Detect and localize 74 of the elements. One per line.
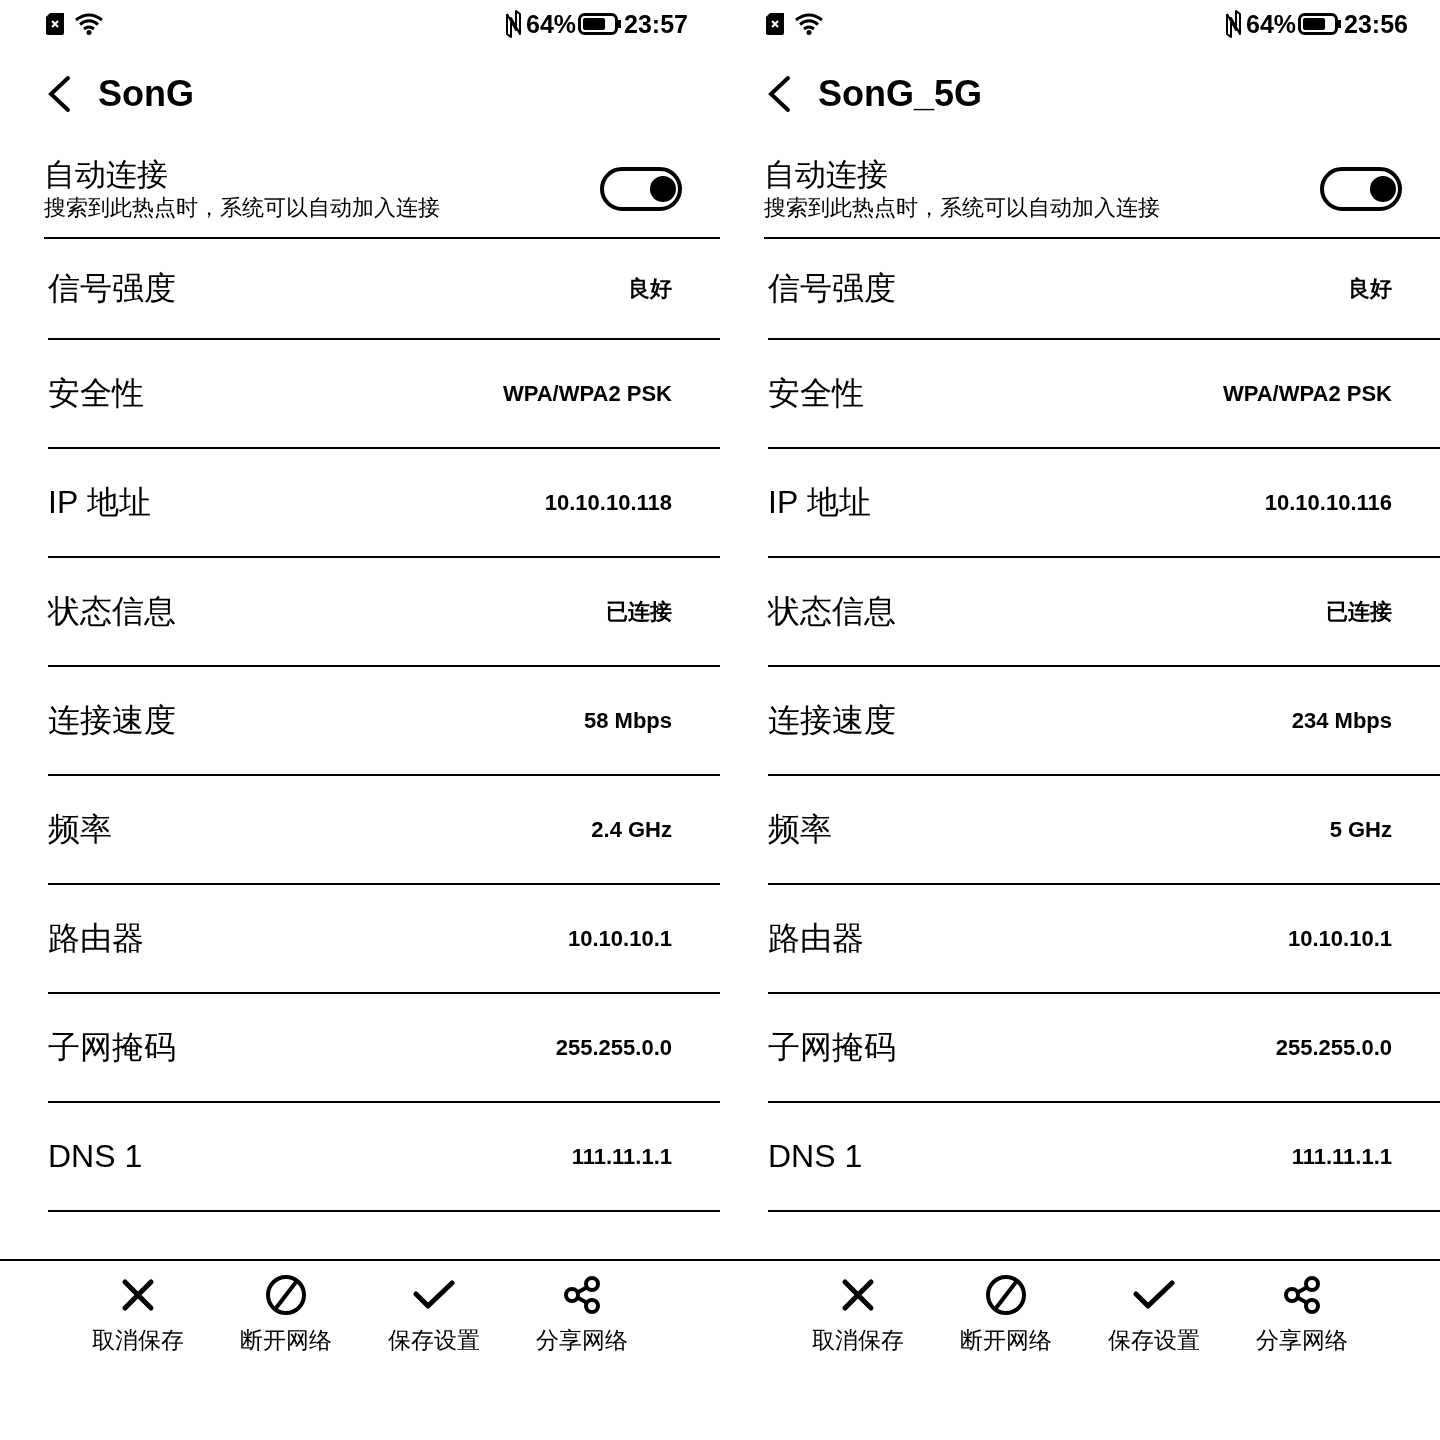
- setting-description: 搜索到此热点时，系统可以自动加入连接: [764, 193, 1161, 222]
- action-button[interactable]: 分享网络: [1228, 1273, 1376, 1356]
- action-button[interactable]: 取消保存: [64, 1273, 212, 1356]
- detail-label: 连接速度: [768, 700, 896, 740]
- detail-value: WPA/WPA2 PSK: [1222, 380, 1392, 407]
- detail-value: 10.10.10.118: [544, 489, 672, 516]
- detail-value: 255.255.0.0: [555, 1034, 672, 1061]
- nfc-icon: [1224, 10, 1244, 38]
- detail-label: 频率: [768, 809, 832, 849]
- action-button[interactable]: 断开网络: [932, 1273, 1080, 1356]
- detail-value: 10.10.10.1: [568, 925, 672, 952]
- blocked-circle-icon: [265, 1274, 307, 1316]
- battery-icon: [1298, 13, 1343, 35]
- clock-time: 23:57: [624, 9, 688, 39]
- detail-label: 连接速度: [48, 700, 176, 740]
- toggle-switch[interactable]: [600, 166, 682, 211]
- action-button[interactable]: 分享网络: [508, 1273, 656, 1356]
- detail-value: 2.4 GHz: [591, 816, 672, 843]
- detail-value: 58 Mbps: [583, 707, 672, 734]
- action-button[interactable]: 保存设置: [360, 1273, 508, 1356]
- detail-label: 状态信息: [768, 591, 896, 631]
- detail-label: IP 地址: [48, 482, 151, 522]
- detail-value: 良好: [628, 274, 672, 303]
- detail-label: 信号强度: [48, 268, 176, 308]
- action-button[interactable]: 保存设置: [1080, 1273, 1228, 1356]
- toggle-switch[interactable]: [1320, 166, 1402, 211]
- detail-value: 5 GHz: [1329, 816, 1392, 843]
- detail-label: 状态信息: [48, 591, 176, 631]
- detail-label: DNS 1: [768, 1138, 863, 1175]
- detail-label: IP 地址: [768, 482, 871, 522]
- detail-value: 已连接: [606, 597, 672, 626]
- battery-icon: [578, 13, 623, 35]
- battery-percent: 64%: [1246, 9, 1297, 39]
- detail-label: 信号强度: [768, 268, 896, 308]
- sim-card-icon: [46, 13, 64, 35]
- detail-value: 111.11.1.1: [571, 1143, 672, 1170]
- detail-value: 234 Mbps: [1291, 707, 1392, 734]
- setting-title: 自动连接: [44, 155, 169, 194]
- checkmark-icon: [413, 1280, 455, 1310]
- blocked-circle-icon: [985, 1274, 1027, 1316]
- detail-value: 10.10.10.116: [1264, 489, 1392, 516]
- detail-label: 安全性: [48, 373, 144, 413]
- page-title: SonG_5G: [818, 73, 983, 115]
- detail-value: 已连接: [1326, 597, 1392, 626]
- detail-label: 子网掩码: [48, 1027, 176, 1067]
- detail-value: WPA/WPA2 PSK: [502, 380, 672, 407]
- detail-label: 频率: [48, 809, 112, 849]
- checkmark-icon: [1133, 1280, 1175, 1310]
- setting-title: 自动连接: [764, 155, 889, 194]
- detail-value: 111.11.1.1: [1291, 1143, 1392, 1170]
- detail-label: 安全性: [768, 373, 864, 413]
- action-button[interactable]: 断开网络: [212, 1273, 360, 1356]
- detail-value: 255.255.0.0: [1275, 1034, 1392, 1061]
- nfc-icon: [504, 10, 524, 38]
- action-button[interactable]: 取消保存: [784, 1273, 932, 1356]
- detail-label: 子网掩码: [768, 1027, 896, 1067]
- close-icon: [841, 1278, 875, 1312]
- sim-card-icon: [766, 13, 784, 35]
- setting-description: 搜索到此热点时，系统可以自动加入连接: [44, 193, 441, 222]
- back-icon[interactable]: [46, 75, 72, 113]
- detail-label: 路由器: [768, 918, 864, 958]
- page-title: SonG: [98, 73, 194, 115]
- battery-percent: 64%: [526, 9, 577, 39]
- share-icon: [563, 1276, 601, 1314]
- clock-time: 23:56: [1344, 9, 1408, 39]
- share-icon: [1283, 1276, 1321, 1314]
- wifi-icon: [74, 13, 104, 35]
- back-icon[interactable]: [766, 75, 792, 113]
- detail-value: 10.10.10.1: [1288, 925, 1392, 952]
- detail-label: 路由器: [48, 918, 144, 958]
- close-icon: [121, 1278, 155, 1312]
- detail-value: 良好: [1348, 274, 1392, 303]
- detail-label: DNS 1: [48, 1138, 143, 1175]
- wifi-icon: [794, 13, 824, 35]
